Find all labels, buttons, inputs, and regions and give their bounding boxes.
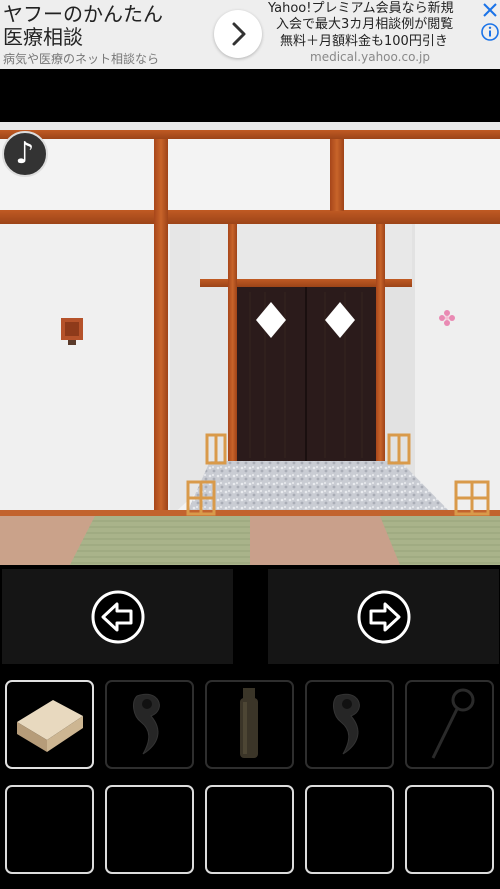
box-icon	[17, 700, 83, 752]
arrow-right-icon	[357, 590, 410, 643]
inventory-slot-3[interactable]	[205, 680, 294, 769]
inventory-slot-9[interactable]	[305, 785, 394, 874]
inventory-slot-5[interactable]	[405, 680, 494, 769]
inventory-slot-4[interactable]	[305, 680, 394, 769]
chevron-right-icon	[232, 22, 246, 46]
game-scene[interactable]	[0, 122, 500, 565]
ad-banner[interactable]: ヤフーのかんたん 医療相談 病気や医療のネット相談なら Yahoo!プレミアム会…	[0, 0, 500, 69]
ad-url: medical.yahoo.co.jp	[310, 50, 430, 64]
inventory-slot-7[interactable]	[105, 785, 194, 874]
inventory-slot-8[interactable]	[205, 785, 294, 874]
music-toggle-button[interactable]: ♪	[2, 131, 48, 177]
ad-text-line3: 無料＋月額料金も100円引き	[280, 34, 448, 49]
ad-open-button[interactable]	[214, 10, 262, 58]
room-illustration	[0, 122, 500, 565]
ad-subtitle: 病気や医療のネット相談なら	[3, 52, 160, 66]
ad-title: ヤフーのかんたん	[3, 2, 163, 26]
hook-icon	[333, 693, 360, 755]
close-icon[interactable]	[480, 0, 500, 20]
ad-text-line2: 入会で最大3カ月相談例が閲覧	[276, 17, 454, 32]
bottle-icon	[240, 688, 258, 758]
music-note-icon: ♪	[15, 136, 35, 171]
nav-left-panel[interactable]	[2, 569, 233, 664]
ad-text-line1: Yahoo!プレミアム会員なら新規	[268, 1, 454, 16]
wand-icon	[431, 688, 475, 759]
nav-right-panel[interactable]	[268, 569, 499, 664]
hook-icon	[133, 693, 160, 755]
inventory-slot-6[interactable]	[5, 785, 94, 874]
inventory-slot-10[interactable]	[405, 785, 494, 874]
arrow-left-icon	[91, 590, 144, 643]
inventory-slot-2[interactable]	[105, 680, 194, 769]
ad-title-line2: 医療相談	[3, 25, 83, 49]
info-icon[interactable]	[480, 22, 500, 42]
inventory-slot-1[interactable]	[5, 680, 94, 769]
